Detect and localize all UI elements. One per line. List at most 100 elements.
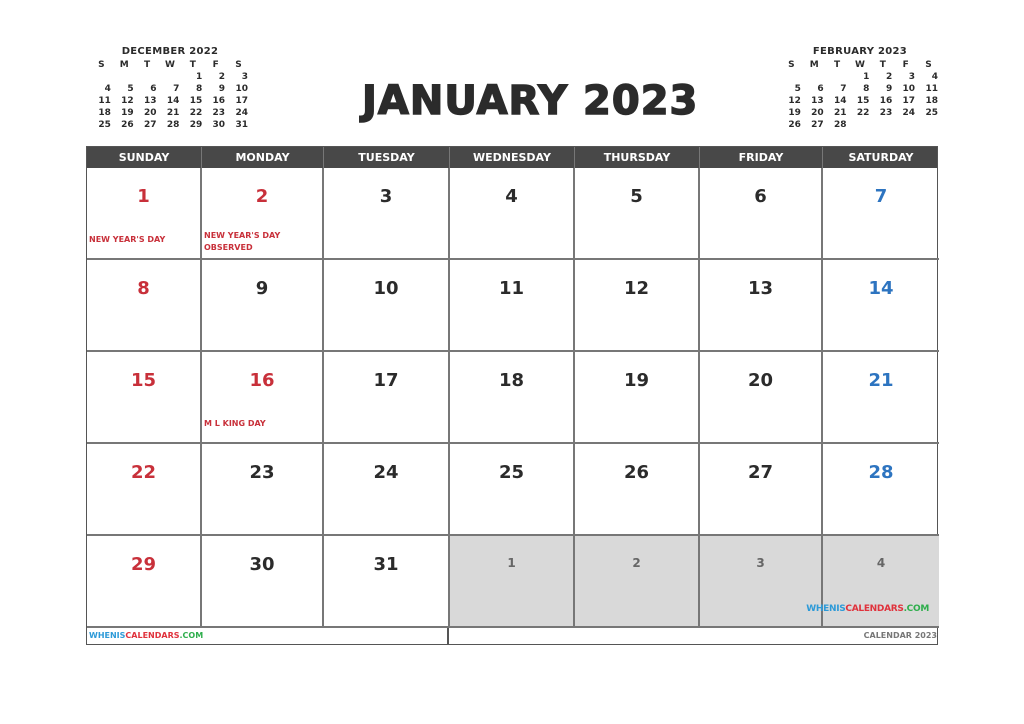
mini-day: 12 [788,96,801,106]
mini-weekday: S [788,60,795,70]
day-number: 27 [747,462,774,483]
day-cell[interactable]: 2 NEW YEAR'S DAY OBSERVED [202,168,324,260]
day-cell[interactable]: 30 [202,536,324,628]
day-cell[interactable]: 31 [324,536,450,628]
holiday-line: NEW YEAR'S DAY [204,231,281,240]
mini-day: 30 [212,120,226,130]
mini-day: 9 [885,84,893,94]
mini-day: 20 [144,108,157,118]
mini-day: 2 [885,72,893,82]
mini-week: 1 2 3 4 [780,71,940,83]
day-cell[interactable]: 29 [87,536,202,628]
holiday-label: NEW YEAR'S DAY [89,234,165,246]
day-cell[interactable]: 10 [324,260,450,352]
day-number: 10 [373,278,399,299]
brand-logo: WHENISCALENDARS.COM [806,604,929,614]
day-cell[interactable]: 19 [575,352,700,444]
mini-day: 25 [98,120,111,130]
brand-part: WHENIS [806,604,846,614]
day-number: 2 [255,186,269,207]
day-cell[interactable]: 13 [700,260,823,352]
day-cell[interactable]: 20 [700,352,823,444]
mini-week: 12 13 14 15 16 17 18 [780,95,940,107]
day-cell[interactable]: 16 M L KING DAY [202,352,324,444]
day-cell[interactable]: 28 [823,444,939,536]
mini-day: 9 [218,84,226,94]
mini-day: 10 [902,84,916,94]
mini-weekday: F [902,60,909,70]
mini-weekday: M [119,60,129,70]
mini-day: 7 [173,84,180,94]
day-cell[interactable]: 7 [823,168,939,260]
mini-day [894,119,917,131]
weekday-header: SUNDAY MONDAY TUESDAY WEDNESDAY THURSDAY FRID… [87,147,937,168]
day-cell[interactable]: 15 [87,352,202,444]
mini-day: 2 [218,72,226,82]
mini-day: 7 [840,84,847,94]
mini-day: 13 [811,96,824,106]
mini-day: 8 [863,84,870,94]
brand-part: .COM [179,631,204,640]
mini-day: 16 [212,96,226,106]
mini-day: 27 [811,120,824,130]
mini-week: 4 5 6 7 8 9 10 [90,83,250,95]
mini-day: 5 [127,84,134,94]
day-cell[interactable]: 1 NEW YEAR'S DAY [87,168,202,260]
mini-day: 8 [195,84,203,94]
day-number: 3 [756,556,765,570]
weekday-label: WEDNESDAY [450,147,575,168]
day-number: 16 [249,370,275,391]
holiday-line: NEW YEAR'S DAY [89,235,166,244]
mini-day: 4 [104,84,111,94]
day-cell[interactable]: 17 [324,352,450,444]
day-cell[interactable]: 8 [87,260,202,352]
weekday-label: SATURDAY [848,151,914,164]
day-cell[interactable]: 9 [202,260,324,352]
holiday-line: M L KING DAY [204,419,266,428]
day-cell[interactable]: 14 [823,260,939,352]
mini-week: 18 19 20 21 22 23 24 [90,107,250,119]
day-cell[interactable]: 2 [575,536,700,628]
day-cell[interactable]: 4 WHENISCALENDARS.COM [806,536,939,628]
mini-day: 29 [189,120,203,130]
mini-week: 25 26 27 28 29 30 31 [90,119,250,131]
mini-week: 19 20 21 22 23 24 25 [780,107,940,119]
day-number: 1 [137,186,150,207]
day-cell[interactable]: 11 [450,260,575,352]
mini-weekday: M [809,60,819,70]
mini-day: 24 [902,108,916,118]
day-cell[interactable]: 21 [823,352,939,444]
day-number: 30 [249,554,275,575]
holiday-line: OBSERVED [204,243,253,252]
day-cell[interactable]: 24 [324,444,450,536]
day-cell[interactable]: 3 [700,536,823,628]
day-cell[interactable]: 22 [87,444,202,536]
day-cell[interactable]: 26 [575,444,700,536]
day-cell[interactable]: 18 [450,352,575,444]
day-cell[interactable]: 3 [324,168,450,260]
day-number: 14 [868,278,894,299]
mini-day: 17 [902,96,916,106]
mini-day: 20 [811,108,824,118]
mini-day: 1 [195,72,203,82]
brand-part: .COM [903,604,930,614]
mini-week: 26 27 28 [780,119,940,131]
mini-day: 27 [144,120,157,130]
day-cell[interactable]: 4 [450,168,575,260]
day-cell[interactable]: 1 [450,536,575,628]
mini-weekday: W [164,60,175,70]
day-cell[interactable]: 6 [700,168,823,260]
day-number: 13 [747,278,774,299]
mini-day: 28 [834,120,847,130]
brand-part: CALENDARS [845,604,904,614]
mini-day: 22 [856,108,870,118]
mini-weekday: W [854,60,865,70]
day-cell[interactable]: 23 [202,444,324,536]
day-number: 20 [747,370,774,391]
day-cell[interactable]: 12 [575,260,700,352]
day-cell[interactable]: 27 [700,444,823,536]
mini-calendar-previous: DECEMBER 2022 S M T W T F S 1 2 3 4 5 6 7 8 9 10 11 12 13 14… [90,46,250,131]
day-cell[interactable]: 25 [450,444,575,536]
brand-link[interactable]: WHENISCALENDARS.COM [87,628,449,644]
day-cell[interactable]: 5 [575,168,700,260]
